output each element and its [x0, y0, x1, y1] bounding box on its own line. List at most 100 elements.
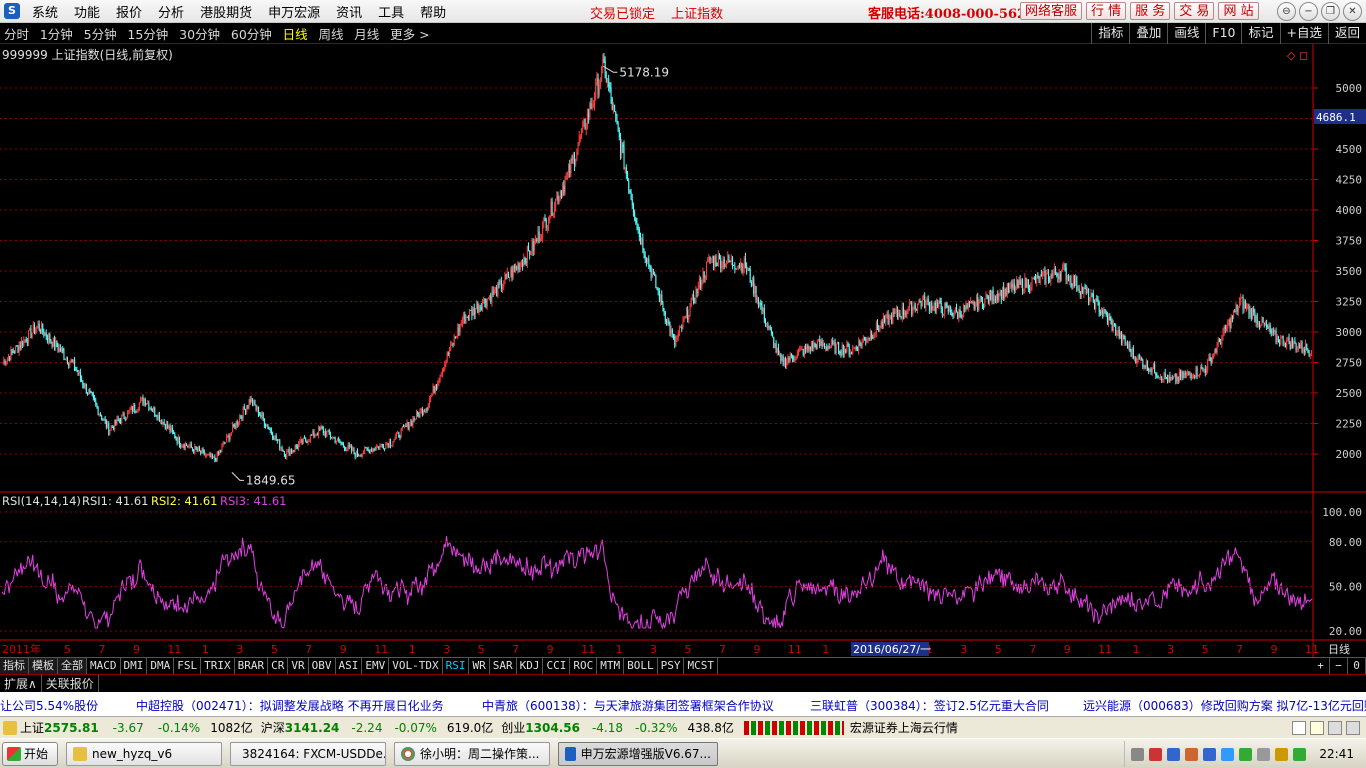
tab-dmi[interactable]: DMI	[121, 658, 148, 674]
flag-icon[interactable]	[1149, 747, 1163, 761]
back-button[interactable]: 返回	[1327, 23, 1366, 44]
tab-emv[interactable]: EMV	[362, 658, 390, 674]
period-tick[interactable]: 分时	[4, 27, 29, 42]
tab-sar[interactable]: SAR	[490, 658, 517, 674]
tab-vr[interactable]: VR	[288, 658, 309, 674]
alert-icon[interactable]	[1310, 720, 1324, 735]
tab-macd[interactable]: MACD	[87, 658, 121, 674]
candle-body	[1042, 272, 1044, 276]
candle-body	[1188, 371, 1190, 375]
tab-all[interactable]: 全部	[58, 658, 87, 674]
chart-corner-icons[interactable]: ◇ ◻	[1287, 49, 1308, 62]
settings-icon[interactable]	[1328, 720, 1342, 735]
update-icon[interactable]	[1275, 747, 1289, 761]
tab-vol-tdx[interactable]: VOL-TDX	[389, 658, 443, 674]
taskbar-item[interactable]: 3824164: FXCM-USDDe...	[230, 741, 386, 766]
menu-analysis[interactable]: 分析	[152, 2, 194, 21]
security-icon[interactable]	[1293, 747, 1307, 761]
taskbar-item-active[interactable]: 申万宏源增强版V6.67...	[558, 741, 718, 766]
layout-icon[interactable]	[1292, 720, 1306, 735]
tab-dma[interactable]: DMA	[147, 658, 175, 674]
candle-body	[1110, 320, 1112, 322]
candle-body	[1252, 309, 1254, 320]
period-monthly[interactable]: 月线	[354, 27, 379, 42]
mark-button[interactable]: 标记	[1241, 23, 1279, 44]
restore-button[interactable]: ❐	[1321, 2, 1340, 21]
menu-hk-futures[interactable]: 港股期货	[194, 2, 262, 21]
period-5min[interactable]: 5分钟	[84, 27, 117, 42]
tab-roc[interactable]: ROC	[570, 658, 598, 674]
tab-psy[interactable]: PSY	[658, 658, 685, 674]
related-quotes-tab[interactable]: 关联报价	[42, 675, 99, 692]
ticker-item[interactable]: 中青旅（600138）：与天津旅游集团签署框架合作协议	[482, 697, 774, 714]
ticker-item[interactable]: 三联虹普（300384）：签订2.5亿元重大合同	[810, 697, 1049, 714]
tab-brar[interactable]: BRAR	[235, 658, 269, 674]
ticker-item[interactable]: 让公司5.54%股份	[0, 697, 98, 714]
start-button[interactable]: 开始	[2, 741, 58, 766]
clock[interactable]: 22:41	[1319, 747, 1354, 761]
quote-button[interactable]: 行 情	[1086, 2, 1127, 20]
keyboard-icon[interactable]	[1131, 747, 1145, 761]
ticker-item[interactable]: 中超控股（002471）：拟调整发展战略 不再开展日化业务	[136, 697, 444, 714]
tab-fsl[interactable]: FSL	[174, 658, 202, 674]
trade-locked-label[interactable]: 交易已锁定	[590, 7, 655, 22]
period-more[interactable]: 更多 >	[390, 27, 429, 42]
close-button[interactable]: ✕	[1343, 2, 1362, 21]
trade-button[interactable]: 交 易	[1174, 2, 1215, 20]
tab-template[interactable]: 模板	[29, 658, 58, 674]
candle-body	[1040, 274, 1042, 276]
draw-line-button[interactable]: 画线	[1167, 23, 1205, 44]
online-service-button[interactable]: 网络客服	[1020, 2, 1083, 20]
taskbar-item[interactable]: 徐小明：周二操作策...	[394, 741, 550, 766]
menu-swhy[interactable]: 申万宏源	[262, 2, 330, 21]
tab-kdj[interactable]: KDJ	[517, 658, 544, 674]
shield-icon[interactable]	[1185, 747, 1199, 761]
add-watchlist-button[interactable]: +自选	[1279, 23, 1328, 44]
tab-rsi[interactable]: RSI	[443, 658, 470, 674]
f10-button[interactable]: F10	[1205, 23, 1241, 44]
tab-cci[interactable]: CCI	[543, 658, 571, 674]
tab-trix[interactable]: TRIX	[201, 658, 235, 674]
period-weekly[interactable]: 周线	[318, 27, 343, 42]
minimize-button[interactable]: −	[1299, 2, 1318, 21]
speaker-icon[interactable]	[1257, 747, 1271, 761]
menu-help[interactable]: 帮助	[414, 2, 456, 21]
candle-body	[65, 357, 67, 360]
pin-icon[interactable]: ⊖	[1277, 2, 1296, 21]
service-button[interactable]: 服 务	[1130, 2, 1171, 20]
tab-mcst[interactable]: MCST	[684, 658, 718, 674]
tab-cr[interactable]: CR	[268, 658, 289, 674]
period-60min[interactable]: 60分钟	[231, 27, 272, 42]
menu-system[interactable]: 系统	[26, 2, 68, 21]
bluetooth-icon[interactable]	[1221, 747, 1235, 761]
usb-icon[interactable]	[1167, 747, 1181, 761]
zoom-reset-button[interactable]: 0	[1348, 658, 1366, 674]
tab-obv[interactable]: OBV	[309, 658, 336, 674]
tab-mtm[interactable]: MTM	[597, 658, 625, 674]
tab-wr[interactable]: WR	[469, 658, 490, 674]
tab-indicator[interactable]: 指标	[0, 658, 29, 674]
mail-icon[interactable]	[1346, 720, 1360, 735]
overlay-button[interactable]: 叠加	[1129, 23, 1167, 44]
ticker-item[interactable]: 远兴能源（000683）修改回购方案 拟7亿-13亿元回购	[1083, 697, 1366, 714]
tab-boll[interactable]: BOLL	[624, 658, 658, 674]
menu-info[interactable]: 资讯	[330, 2, 372, 21]
sync-icon[interactable]	[1239, 747, 1253, 761]
period-daily[interactable]: 日线	[283, 27, 308, 42]
menu-tools[interactable]: 工具	[372, 2, 414, 21]
taskbar-item[interactable]: new_hyzq_v6	[66, 741, 222, 766]
menu-function[interactable]: 功能	[68, 2, 110, 21]
zoom-in-button[interactable]: +	[1312, 658, 1330, 674]
chart-area[interactable]: 999999 上证指数(日线,前复权) ◇ ◻ 2000 2250 2500 2750…	[0, 44, 1366, 658]
period-15min[interactable]: 15分钟	[127, 27, 168, 42]
website-button[interactable]: 网 站	[1218, 2, 1259, 20]
expand-button[interactable]: 扩展∧	[0, 675, 42, 692]
network-icon[interactable]	[1203, 747, 1217, 761]
indicator-button[interactable]: 指标	[1091, 23, 1129, 44]
candle-body	[739, 265, 741, 268]
tab-asi[interactable]: ASI	[336, 658, 363, 674]
period-1min[interactable]: 1分钟	[40, 27, 73, 42]
period-30min[interactable]: 30分钟	[179, 27, 220, 42]
zoom-out-button[interactable]: −	[1330, 658, 1348, 674]
menu-quote[interactable]: 报价	[110, 2, 152, 21]
